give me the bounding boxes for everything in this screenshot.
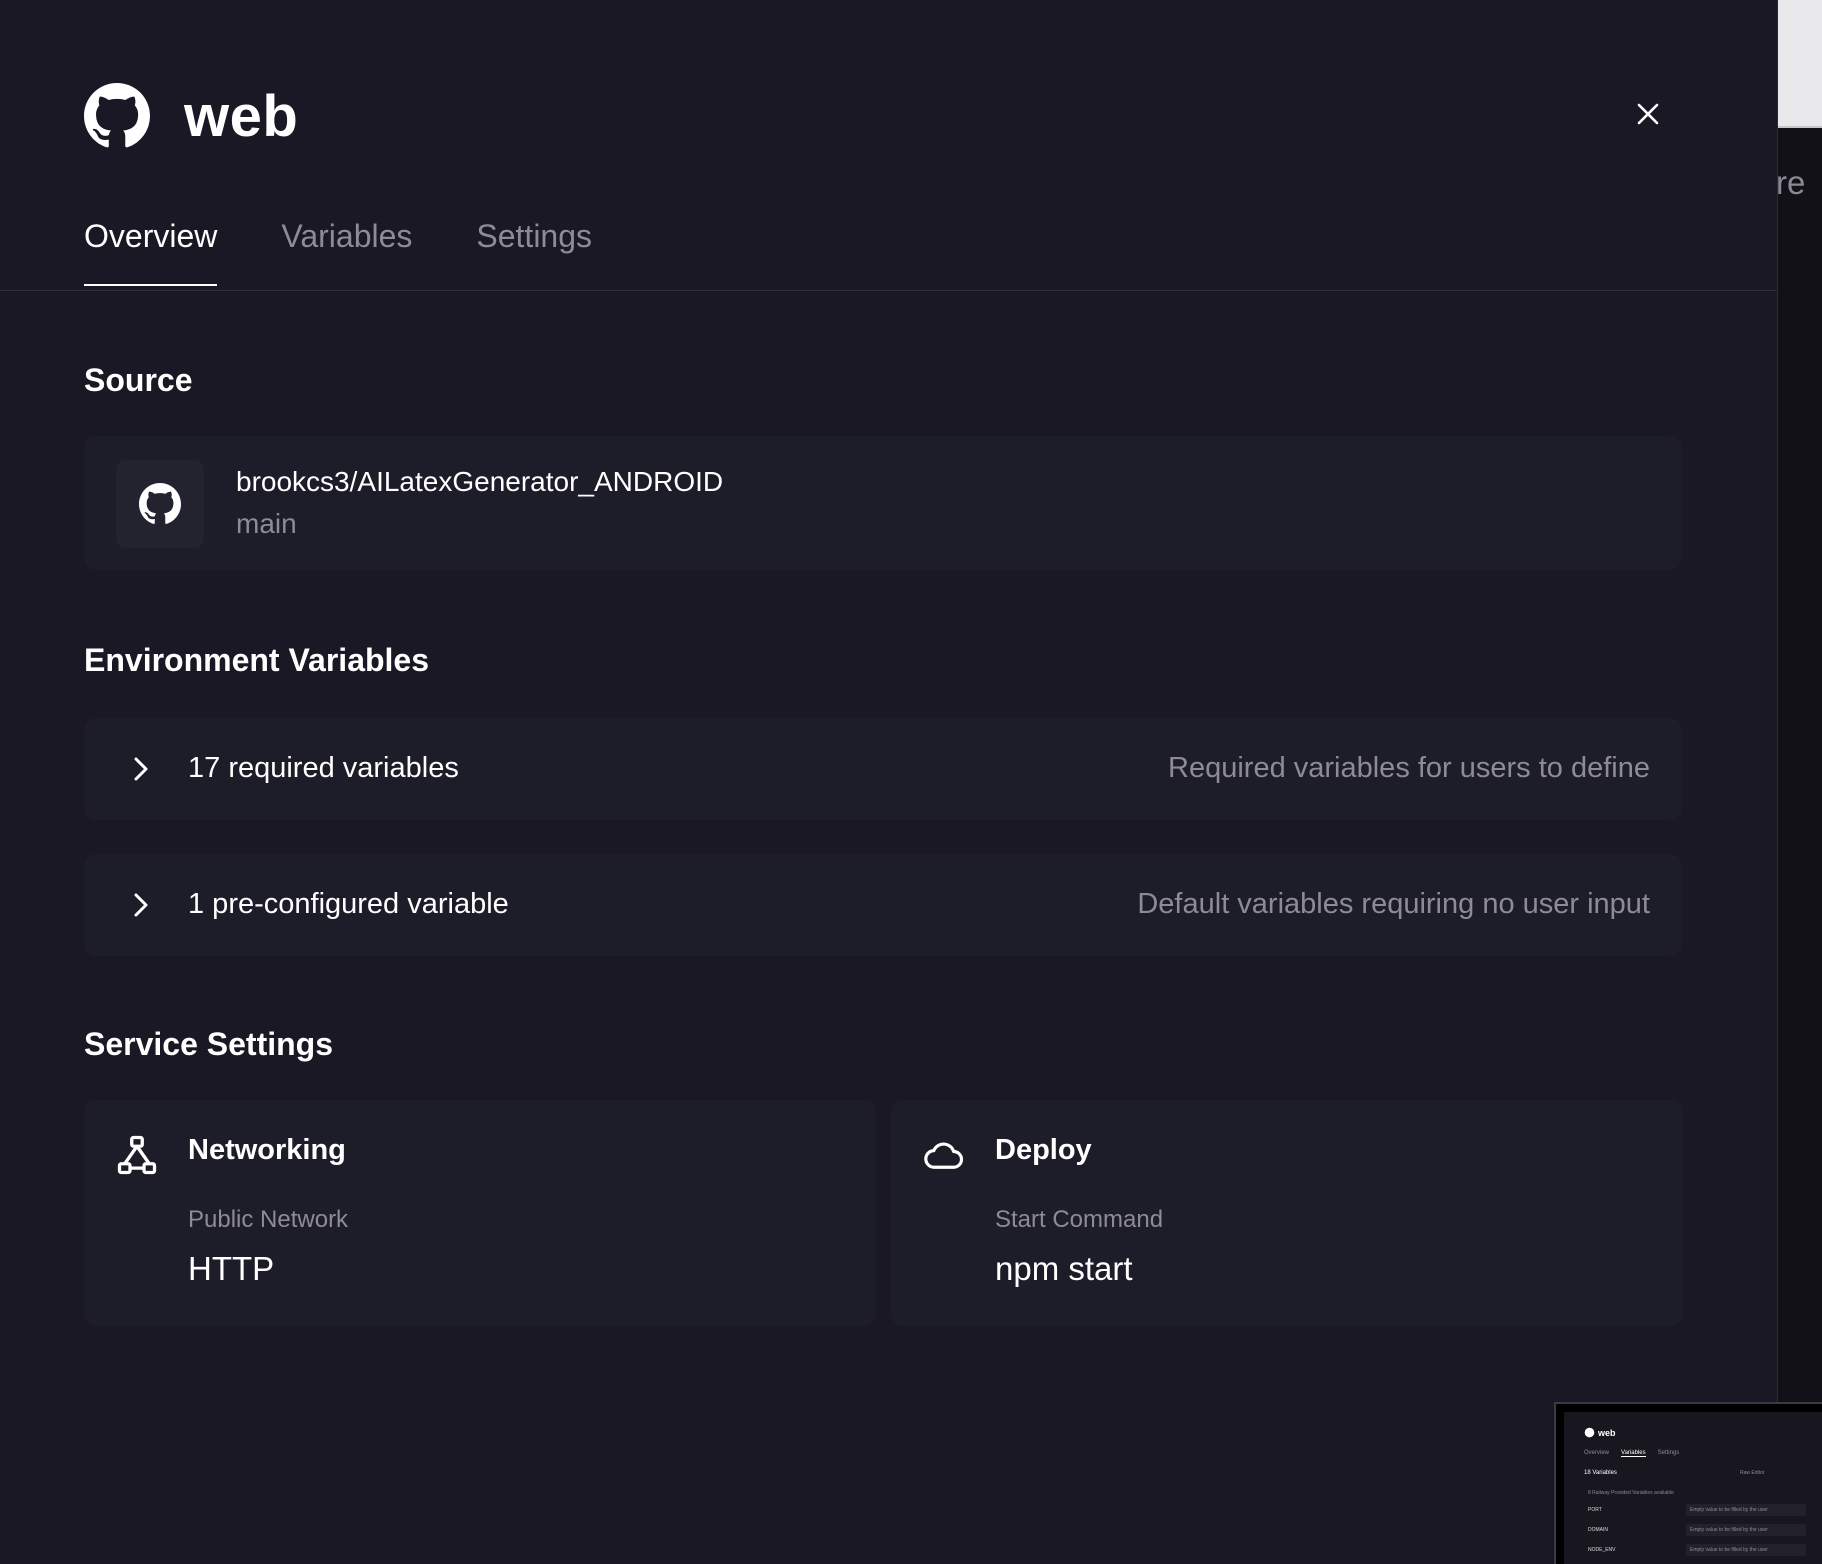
deploy-card[interactable]: Deploy Start Command npm start	[891, 1100, 1683, 1326]
tab-bar: Overview Variables Settings	[84, 218, 656, 286]
network-icon	[117, 1135, 157, 1175]
close-icon	[1637, 103, 1659, 125]
background-page-edge	[1777, 0, 1822, 1564]
networking-title: Networking	[188, 1134, 346, 1166]
thumbnail-tab-settings: Settings	[1657, 1450, 1680, 1456]
preview-thumbnail[interactable]: web Overview Variables Settings 18 Varia…	[1554, 1402, 1822, 1564]
github-icon	[84, 83, 150, 148]
chevron-right-icon	[134, 893, 148, 917]
thumbnail-row-value: Empty value to be filled by the user	[1686, 1544, 1806, 1556]
required-variables-label: 17 required variables	[188, 752, 459, 784]
thumbnail-row-key: PORT	[1588, 1507, 1602, 1513]
thumbnail-provided-note: 8 Railway Provided Variables available	[1588, 1490, 1674, 1496]
service-section-title: Service Settings	[84, 1026, 333, 1062]
thumbnail-tab-overview: Overview	[1584, 1450, 1610, 1456]
thumbnail-row: NODE_ENV Empty value to be filled by the…	[1588, 1544, 1822, 1558]
source-repo-name: brookcs3/AILatexGenerator_ANDROID	[236, 466, 724, 497]
thumbnail-raw-editor: Raw Editor	[1740, 1470, 1765, 1476]
thumbnail-tabs: Overview Variables Settings	[1584, 1450, 1679, 1457]
required-variables-row[interactable]: 17 required variables Required variables…	[84, 718, 1682, 820]
deploy-title: Deploy	[995, 1134, 1092, 1166]
thumbnail-variables-count: 18 Variables	[1584, 1470, 1617, 1476]
background-partial-text: re	[1776, 164, 1806, 201]
chevron-right-icon	[134, 757, 148, 781]
github-icon	[139, 483, 181, 524]
panel-header: web	[84, 80, 298, 152]
thumbnail-row: DOMAIN Empty value to be filled by the u…	[1588, 1524, 1822, 1538]
env-section-title: Environment Variables	[84, 642, 430, 678]
github-icon	[1584, 1427, 1595, 1438]
tab-overview[interactable]: Overview	[84, 218, 218, 286]
public-network-value: HTTP	[188, 1250, 275, 1287]
source-branch: main	[236, 508, 297, 539]
preconfigured-variables-description: Default variables requiring no user inpu…	[1137, 888, 1650, 920]
preconfigured-variables-row[interactable]: 1 pre-configured variable Default variab…	[84, 854, 1682, 956]
source-section-title: Source	[84, 362, 193, 398]
page-title: web	[184, 83, 299, 149]
thumbnail-row-value: Empty value to be filled by the user	[1686, 1524, 1806, 1536]
service-panel: web Overview Variables Settings Source b…	[0, 0, 1777, 1564]
cloud-icon	[924, 1142, 963, 1169]
required-variables-description: Required variables for users to define	[1168, 752, 1650, 784]
start-command-value: npm start	[995, 1250, 1133, 1287]
networking-card[interactable]: Networking Public Network HTTP	[84, 1100, 876, 1326]
thumbnail-row-key: NODE_ENV	[1588, 1547, 1616, 1553]
source-card[interactable]: brookcs3/AILatexGenerator_ANDROID main	[84, 436, 1682, 570]
thumbnail-row-key: DOMAIN	[1588, 1527, 1608, 1533]
thumbnail-row: PORT Empty value to be filled by the use…	[1588, 1504, 1822, 1518]
close-button[interactable]	[1628, 94, 1668, 134]
preconfigured-variables-label: 1 pre-configured variable	[188, 888, 509, 920]
thumbnail-row-value: Empty value to be filled by the user	[1686, 1504, 1806, 1516]
thumbnail-title: web	[1598, 1428, 1616, 1438]
public-network-label: Public Network	[188, 1206, 349, 1233]
thumbnail-tab-variables: Variables	[1621, 1450, 1646, 1457]
tabs-divider	[0, 290, 1777, 291]
thumbnail-content: web Overview Variables Settings 18 Varia…	[1564, 1412, 1822, 1564]
tab-variables[interactable]: Variables	[281, 218, 412, 285]
background-page-header	[1778, 0, 1822, 128]
tab-settings[interactable]: Settings	[476, 218, 592, 285]
start-command-label: Start Command	[995, 1206, 1164, 1233]
source-icon-box	[116, 460, 204, 548]
